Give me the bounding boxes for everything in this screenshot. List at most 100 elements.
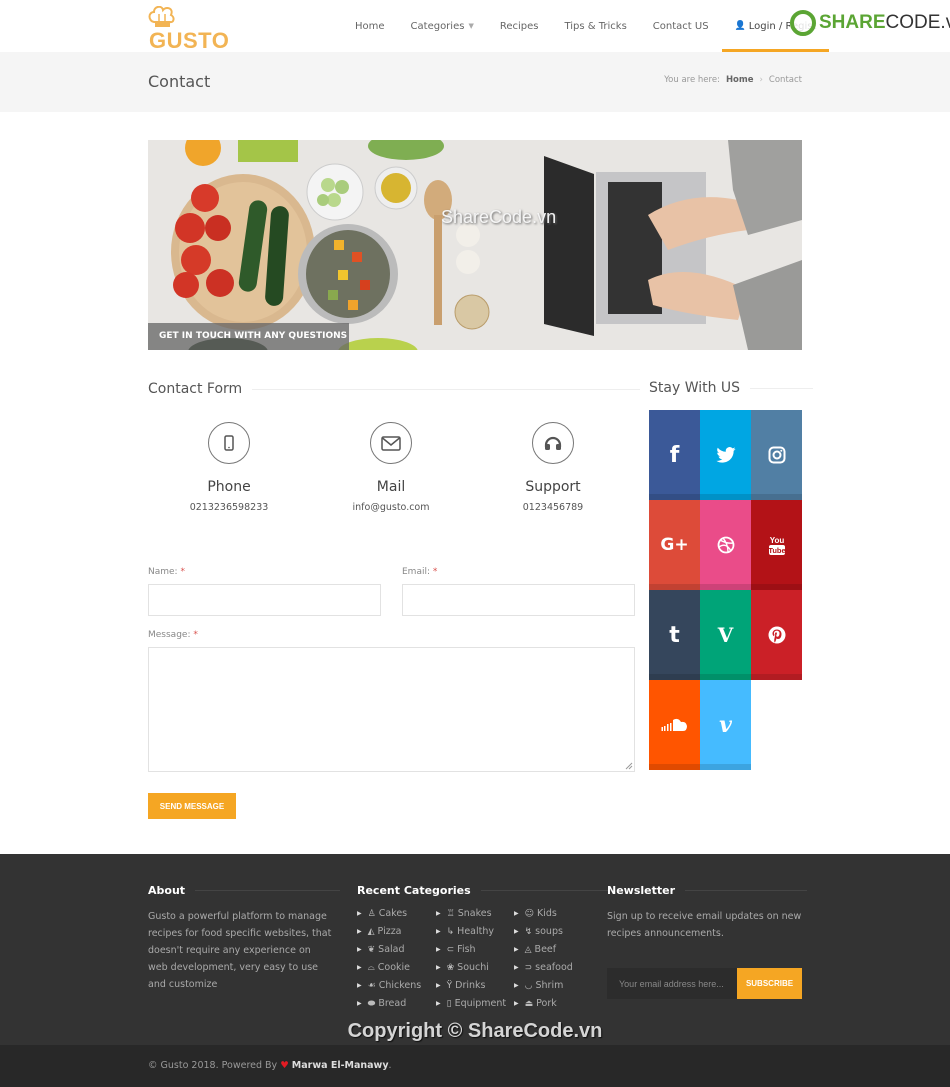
category-link-snakes[interactable]: ▶ ♖ Snakes (436, 908, 492, 919)
category-link-pork[interactable]: ▶ ⏏ Pork (514, 998, 557, 1009)
category-label: seafood (535, 962, 573, 973)
support-label: Support (525, 479, 581, 495)
nav-home[interactable]: Home (342, 0, 398, 52)
caret-right-icon: ▶ (514, 1000, 519, 1007)
nav-tips-label: Tips & Tricks (564, 20, 627, 32)
footer-categories-heading: Recent Categories (357, 884, 611, 897)
category-label: Snakes (457, 908, 492, 919)
seafood-icon: ⊃ (524, 962, 533, 973)
category-label: Cookie (377, 962, 410, 973)
category-link-cookie[interactable]: ▶ ⌓ Cookie (357, 962, 410, 973)
mail-value[interactable]: info@gusto.com (310, 502, 472, 513)
caret-right-icon: ▶ (357, 982, 362, 989)
category-link-equipment[interactable]: ▶ ▯ Equipment (436, 998, 506, 1009)
equipment-icon: ▯ (446, 998, 452, 1009)
category-label: Pork (536, 998, 557, 1009)
phone-value: 0213236598233 (189, 502, 269, 513)
author-link[interactable]: Marwa El-Manawy (292, 1060, 389, 1071)
category-label: soups (535, 926, 563, 937)
category-link-healthy[interactable]: ▶ ↳ Healthy (436, 926, 494, 937)
name-input[interactable] (148, 584, 381, 616)
category-link-chickens[interactable]: ▶ ☙ Chickens (357, 980, 421, 991)
pork-icon: ⏏ (524, 998, 534, 1009)
nav-contact[interactable]: Contact US (640, 0, 722, 52)
chef-hat-icon (148, 6, 175, 27)
category-link-bread[interactable]: ▶ ⬬ Bread (357, 998, 406, 1009)
pizza-icon: ◭ (367, 926, 375, 937)
category-link-fish[interactable]: ▶ ⊂ Fish (436, 944, 476, 955)
youtube-icon: YouTube (768, 536, 785, 555)
envelope-icon (381, 435, 401, 451)
hero-watermark: ShareCode.vn (441, 207, 557, 227)
category-link-seafood[interactable]: ▶ ⊃ seafood (514, 962, 573, 973)
watermark-bold: SHARE (819, 12, 886, 33)
newsletter-email-input[interactable] (607, 968, 737, 999)
nav-tips-tricks[interactable]: Tips & Tricks (551, 0, 639, 52)
breadcrumb-home[interactable]: Home (726, 75, 754, 85)
category-link-shrim[interactable]: ▶ ◡ Shrim (514, 980, 563, 991)
pinterest-link[interactable] (751, 590, 802, 680)
cookie-icon: ⌓ (367, 962, 375, 973)
category-link-soups[interactable]: ▶ ↯ soups (514, 926, 563, 937)
breadcrumb-current: Contact (768, 75, 802, 85)
contact-form-title: Contact Form (148, 381, 243, 397)
google-plus-link[interactable]: G+ (649, 500, 700, 590)
drinks-icon: Ÿ (446, 980, 453, 991)
dribbble-link[interactable] (700, 500, 751, 590)
category-label: Shrim (535, 980, 564, 991)
resize-grip-icon[interactable] (625, 762, 633, 770)
category-link-drinks[interactable]: ▶ Ÿ Drinks (436, 980, 485, 991)
caret-right-icon: ▶ (514, 910, 519, 917)
sharecode-watermark: SHARECODE.vn (790, 10, 950, 36)
logo[interactable]: GUSTO (148, 6, 233, 53)
vine-link[interactable]: V (700, 590, 751, 680)
soundcloud-icon (661, 718, 687, 731)
nav-home-label: Home (355, 20, 385, 32)
mail-label: Mail (376, 479, 406, 495)
caret-right-icon: ▶ (514, 928, 519, 935)
email-input[interactable] (402, 584, 635, 616)
nav-categories-label: Categories (410, 20, 465, 32)
send-message-button[interactable]: SEND MESSAGE (148, 793, 236, 819)
category-link-cakes[interactable]: ▶ ♙ Cakes (357, 908, 407, 919)
category-link-beef[interactable]: ▶ ◬ Beef (514, 944, 556, 955)
heading-divider (252, 388, 641, 390)
twitter-icon (715, 447, 736, 463)
subscribe-button[interactable]: SUBSCRIBE (737, 968, 802, 999)
breadcrumb: You are here: Home › Contact (664, 75, 802, 85)
message-textarea[interactable] (148, 647, 635, 772)
vimeo-link[interactable]: v (700, 680, 751, 770)
category-label: Kids (537, 908, 557, 919)
tumblr-icon: t (669, 622, 680, 648)
twitter-link[interactable] (700, 410, 751, 500)
facebook-link[interactable]: f (649, 410, 700, 500)
instagram-link[interactable] (751, 410, 802, 500)
contact-form-heading: Contact Form (148, 381, 641, 397)
category-link-kids[interactable]: ▶ ☺ Kids (514, 908, 557, 919)
user-icon: 👤 (734, 21, 746, 31)
support-ring (532, 422, 574, 464)
heart-icon: ♥ (280, 1060, 289, 1071)
stay-with-us-heading: Stay With US (649, 380, 814, 396)
caret-right-icon: ▶ (436, 982, 441, 989)
footer-newsletter-heading: Newsletter (607, 884, 808, 897)
category-label: Bread (378, 998, 407, 1009)
caret-right-icon: ▶ (436, 964, 441, 971)
caret-right-icon: ▶ (436, 946, 441, 953)
about-title: About (148, 884, 186, 897)
category-link-salad[interactable]: ▶ ❦ Salad (357, 944, 405, 955)
nav-recipes-label: Recipes (499, 20, 539, 32)
page-title-bar: Contact You are here: Home › Contact (0, 52, 950, 112)
nav-recipes[interactable]: Recipes (487, 0, 552, 52)
copyright-watermark: Copyright © ShareCode.vn (347, 1020, 603, 1042)
category-label: Cakes (378, 908, 408, 919)
category-link-pizza[interactable]: ▶ ◭ Pizza (357, 926, 402, 937)
category-link-souchi[interactable]: ▶ ❀ Souchi (436, 962, 489, 973)
required-mark: * (193, 630, 198, 640)
soundcloud-link[interactable] (649, 680, 700, 770)
salad-icon: ❦ (367, 944, 376, 955)
hero-image: ShareCode.vn GET IN TOUCH WITH ANY QUEST… (148, 140, 802, 350)
nav-categories[interactable]: Categories ▼ (398, 0, 487, 52)
youtube-link[interactable]: You Tube (751, 500, 802, 590)
tumblr-link[interactable]: t (649, 590, 700, 680)
